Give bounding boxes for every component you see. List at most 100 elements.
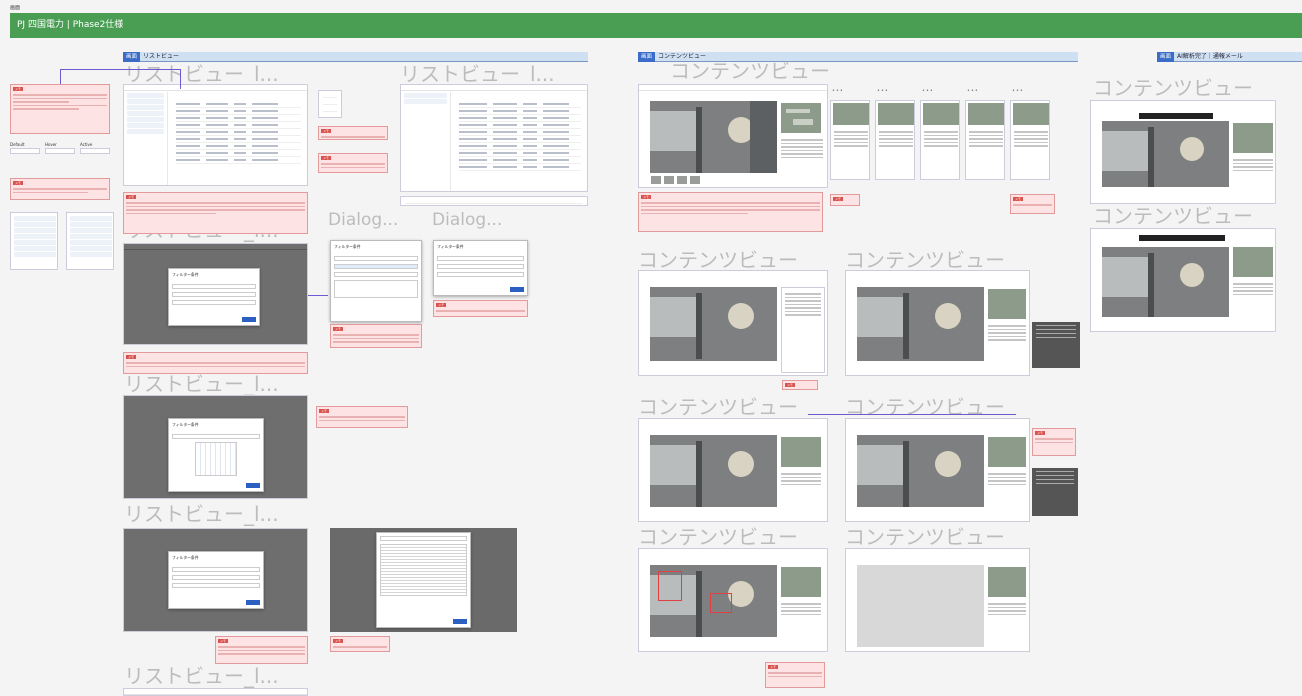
dialog-preview-frame	[330, 528, 517, 632]
spec-note: メモ	[316, 406, 408, 428]
list-view-panel	[318, 90, 342, 118]
state-swatch-default	[10, 148, 40, 154]
ghost-label: コンテンツビュー	[845, 248, 1005, 272]
dark-panel	[1032, 322, 1080, 368]
connector-line	[808, 414, 1016, 415]
filter-dialog-title: フィルター条件	[172, 422, 199, 427]
filter-field[interactable]	[172, 575, 260, 580]
inspection-photo	[650, 287, 777, 361]
inspection-photo	[857, 435, 984, 507]
filter-field[interactable]	[172, 583, 260, 588]
note-tag: メモ	[126, 195, 137, 199]
ghost-label: コンテンツビュー	[845, 395, 1005, 419]
ghost-label: リストビュー_l...	[124, 62, 279, 86]
filter-field[interactable]	[437, 264, 524, 269]
note-tag: メモ	[641, 195, 652, 199]
ghost-label: リストビュー_l...	[124, 664, 279, 688]
section-mail-tag: 画面	[1157, 51, 1175, 62]
ghost-label: コンテンツビュー	[1093, 76, 1253, 100]
section-content-view: 画面 コンテンツビュー	[638, 51, 1078, 62]
filter-option-list[interactable]	[380, 544, 467, 596]
state-hover-label: Hover	[45, 142, 57, 147]
filter-dialog-title: フィルター条件	[172, 555, 199, 560]
filter-field[interactable]	[334, 264, 418, 269]
inspection-photo	[857, 287, 984, 361]
filter-apply-button[interactable]	[246, 483, 260, 488]
header-title: PJ 四国電力 | Phase2仕様	[17, 20, 124, 30]
filter-apply-button[interactable]	[246, 600, 260, 605]
aerial-map	[988, 437, 1026, 467]
list-view-modal-frame: フィルター条件	[123, 243, 308, 345]
section-list-label: リストビュー	[143, 52, 180, 60]
metadata-card	[1010, 100, 1050, 180]
spec-note: メモ	[330, 636, 390, 652]
page-label: 画面	[10, 5, 21, 11]
filter-field[interactable]	[334, 272, 418, 277]
spec-note: メモ	[765, 662, 825, 688]
filter-field[interactable]	[437, 272, 524, 277]
list-view-frame	[123, 84, 308, 186]
filter-dialog-title: フィルター条件	[334, 244, 361, 249]
ghost-label: コンテンツビュー	[845, 525, 1005, 549]
list-view-modal-frame: フィルター条件	[123, 528, 308, 632]
filter-field[interactable]	[437, 256, 524, 261]
note-tag: メモ	[333, 639, 344, 643]
section-content-label: コンテンツビュー	[658, 52, 707, 60]
filter-field[interactable]	[334, 280, 418, 298]
spec-note: メモ	[318, 153, 388, 173]
filter-field[interactable]	[172, 567, 260, 572]
more-icon: •••	[832, 88, 844, 94]
content-view-frame	[845, 418, 1030, 522]
frame-header	[401, 85, 587, 91]
filter-apply-button[interactable]	[242, 317, 256, 322]
note-tag: メモ	[319, 409, 330, 413]
filter-apply-button[interactable]	[510, 287, 524, 292]
filter-dialog[interactable]: フィルター条件	[433, 240, 528, 296]
calendar-grid[interactable]	[195, 442, 237, 476]
aerial-map	[988, 289, 1026, 319]
note-tag: メモ	[218, 639, 229, 643]
filter-field[interactable]	[380, 536, 467, 541]
list-view-frame	[400, 196, 588, 206]
spec-note: メモ	[318, 126, 388, 140]
filter-apply-button[interactable]	[453, 619, 467, 624]
alert-banner	[1139, 235, 1225, 241]
filter-dialog[interactable]: フィルター条件	[168, 268, 260, 326]
aerial-map	[988, 567, 1026, 597]
inspection-photo	[1102, 247, 1229, 317]
alert-banner	[1139, 113, 1213, 119]
connector-line	[60, 69, 61, 84]
ghost-label: リストビュー_l...	[124, 502, 279, 526]
filter-field[interactable]	[172, 284, 256, 289]
list-view-modal-frame: フィルター条件	[123, 395, 308, 499]
filter-field[interactable]	[334, 256, 418, 261]
option-panel[interactable]	[781, 287, 825, 373]
filter-dialog[interactable]: フィルター条件	[330, 240, 422, 322]
spec-note: メモ	[123, 352, 308, 374]
note-tag: メモ	[768, 665, 779, 669]
note-tag: メモ	[833, 197, 844, 201]
spec-note: メモ	[433, 300, 528, 317]
metadata-card	[830, 100, 870, 180]
section-list-tag: 画面	[123, 51, 141, 62]
ghost-label: リストビュー_l...	[400, 62, 555, 86]
content-view-frame	[638, 84, 828, 188]
filter-dialog[interactable]: フィルター条件	[168, 551, 264, 609]
filter-field[interactable]	[172, 300, 256, 305]
section-mail-label: AI解析完了｜通報メール	[1177, 52, 1243, 60]
filter-dialog-expanded[interactable]	[376, 532, 471, 628]
note-tag: メモ	[13, 87, 24, 91]
ghost-label: コンテンツビュー	[1093, 204, 1253, 228]
spec-note: メモ	[10, 178, 110, 200]
filter-dialog[interactable]: フィルター条件	[168, 418, 264, 492]
spec-note: メモ	[1010, 194, 1055, 214]
mail-content-frame	[1090, 228, 1276, 332]
note-tag: メモ	[321, 129, 332, 133]
more-icon: •••	[967, 88, 979, 94]
filter-dialog-title: フィルター条件	[437, 244, 464, 249]
ghost-label: Dialog...	[328, 210, 399, 230]
aerial-map	[1233, 247, 1273, 277]
note-tag: メモ	[13, 181, 24, 185]
filter-field[interactable]	[172, 292, 256, 297]
filter-field[interactable]	[172, 434, 260, 439]
